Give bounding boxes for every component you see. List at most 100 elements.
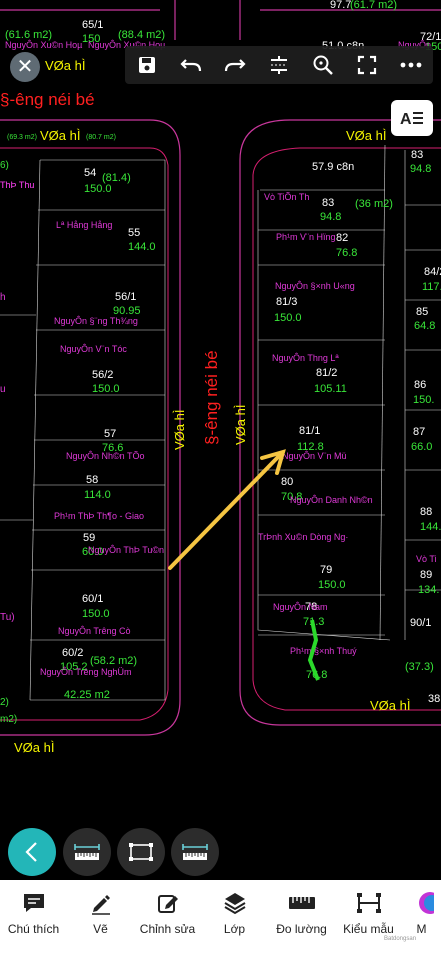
pen-icon <box>91 895 110 915</box>
far-right-label: 38 <box>428 693 440 705</box>
road-name-top: §-êng néi bé <box>0 90 95 109</box>
nav-layers[interactable]: Lớp <box>201 880 268 960</box>
fragment-left: h <box>0 292 6 303</box>
right-lot-id: 80 <box>281 476 293 488</box>
measure-area-button[interactable] <box>117 828 165 876</box>
right-lot-area: 76.8 <box>336 247 357 259</box>
color-icon <box>418 892 434 914</box>
nav-template[interactable]: Kiểu mẫu <box>335 880 402 960</box>
left-lot-extra: (58.2 m2) <box>90 655 137 667</box>
nav-edit-label: Chỉnh sửa <box>139 922 196 936</box>
top-area-9: (80.7 m2) <box>86 134 116 141</box>
left-lot-id: 60/2 <box>62 647 83 659</box>
save-icon[interactable] <box>133 51 161 79</box>
left-lot-area: 114.0 <box>84 489 111 501</box>
left-lot-area: 42.25 m2 <box>64 689 110 701</box>
nav-layers-label: Lớp <box>223 922 246 936</box>
top-toolbar <box>125 46 433 84</box>
left-lot-id: 56/1 <box>115 291 136 303</box>
nav-annotation[interactable]: Chú thích <box>0 880 67 960</box>
right-lot-area: 150.0 <box>318 579 346 591</box>
path-label-top: VØa hÌ <box>45 58 85 73</box>
comment-icon <box>23 894 44 912</box>
zoom-icon[interactable] <box>309 51 337 79</box>
left-lot-owner: NguyÔn Nh©n TÕo <box>66 451 145 461</box>
left-block-outline <box>0 119 181 736</box>
right-lot-id: 83 <box>322 197 334 209</box>
right-lot-owner: NguyÔn Danh Nh©n <box>290 495 373 505</box>
text-style-button[interactable]: A <box>391 100 433 136</box>
left-lot-owner: Lª Hång Hång <box>56 220 112 230</box>
right-lot-owner: NguyÔn Nam <box>273 602 328 612</box>
close-icon: ✕ <box>16 56 34 78</box>
far-right-label: 64.8 <box>414 320 435 332</box>
right-lot-area: 94.8 <box>320 211 341 223</box>
nav-draw[interactable]: Vẽ <box>67 880 134 960</box>
template-icon <box>356 893 381 913</box>
undo-icon[interactable] <box>177 51 205 79</box>
far-right-label: 83 <box>411 149 423 161</box>
more-icon[interactable] <box>397 51 425 79</box>
left-lot-id: 54 <box>84 167 96 179</box>
back-button[interactable] <box>8 828 56 876</box>
right-lot-area: 57.9 c8n <box>312 161 354 173</box>
far-right-label: 134. <box>418 584 439 596</box>
right-lot-area: 150.0 <box>274 312 302 324</box>
right-lot-id: 79 <box>320 564 332 576</box>
path-label-4: VØa hÌ <box>233 405 248 445</box>
far-right-label: 87 <box>413 426 425 438</box>
far-right-label: 150. <box>413 394 434 406</box>
far-right-label: 66.0 <box>411 441 432 453</box>
path-label-5: VØa hÌ <box>370 698 410 713</box>
right-lot-id: 81/1 <box>299 425 320 437</box>
left-lot-owner: NguyÔn §¨ng Th¾ng <box>54 316 138 326</box>
far-right-label: 117. <box>422 281 441 293</box>
app-root: (61.6 m2) 65/1 150 (88.4 m2) 97.7 (61.7 … <box>0 0 441 960</box>
left-lot-owner: NguyÔn ThÞ Tu©n <box>88 545 164 555</box>
nav-measure-label: Đo lường <box>276 922 327 936</box>
measure-both-button[interactable] <box>171 828 219 876</box>
right-lot-owner: TrÞnh Xu©n Dòng Ng· <box>258 532 348 542</box>
rectangle-measure-icon <box>129 843 153 861</box>
far-right-label: 86 <box>414 379 426 391</box>
pointer-arrow <box>168 449 286 570</box>
right-lot-id: 81/2 <box>316 367 337 379</box>
left-lot-id: 60/1 <box>82 593 103 605</box>
right-lot-id: 82 <box>336 232 348 244</box>
far-right-label: 88 <box>420 506 432 518</box>
redo-icon[interactable] <box>221 51 249 79</box>
layers-icon <box>223 893 246 915</box>
far-right-label: Vò Ti <box>416 554 437 564</box>
left-lot-owner: NguyÔn Tr­êng NghÜ­m <box>40 667 132 677</box>
cad-map-canvas[interactable]: (61.6 m2) 65/1 150 (88.4 m2) 97.7 (61.7 … <box>0 0 441 880</box>
fragment-left: u <box>0 384 6 395</box>
svg-text:A: A <box>400 111 412 127</box>
right-lot-owner: NguyÔn Th­ng Lª <box>272 353 339 363</box>
fullscreen-icon[interactable] <box>353 51 381 79</box>
top-lot-1: 65/1 <box>82 19 103 31</box>
ruler-icon <box>288 897 315 909</box>
edit-icon <box>157 895 178 913</box>
road-name-main: §-êng néi bé <box>202 350 221 445</box>
measure-horizontal-button[interactable] <box>63 828 111 876</box>
watermark: Batdongsan <box>384 936 417 942</box>
ruler-both-icon <box>182 844 208 860</box>
left-lot-owner: Ph¹m ThÞ Th¶o - Giao <box>54 511 144 521</box>
close-button[interactable]: ✕ <box>10 52 40 82</box>
right-lot-id: 81/3 <box>276 296 297 308</box>
top-area-8: (69.3 m2) <box>7 134 37 141</box>
nav-measure[interactable]: Đo lường <box>268 880 335 960</box>
path-label-2: VØa hÌ <box>346 128 386 143</box>
owner-top-1: NguyÔn Xu©n Hoµ <box>5 40 82 50</box>
left-lot-owner: NguyÔn Tr­êng Cò <box>58 626 131 636</box>
left-lot-id: 57 <box>104 428 116 440</box>
left-lot-area: 150.0 <box>92 383 120 395</box>
left-lot-id: 59 <box>83 532 95 544</box>
right-lot-owner: Ph¹m V¨n Hïng <box>276 232 336 242</box>
nav-more[interactable]: M <box>402 880 441 960</box>
nav-edit[interactable]: Chỉnh sửa <box>134 880 201 960</box>
far-right-label: 89 <box>420 569 432 581</box>
compress-icon[interactable] <box>265 51 293 79</box>
right-lot-extra: (36 m2) <box>355 198 393 210</box>
fragment-left: m2) <box>0 714 17 725</box>
